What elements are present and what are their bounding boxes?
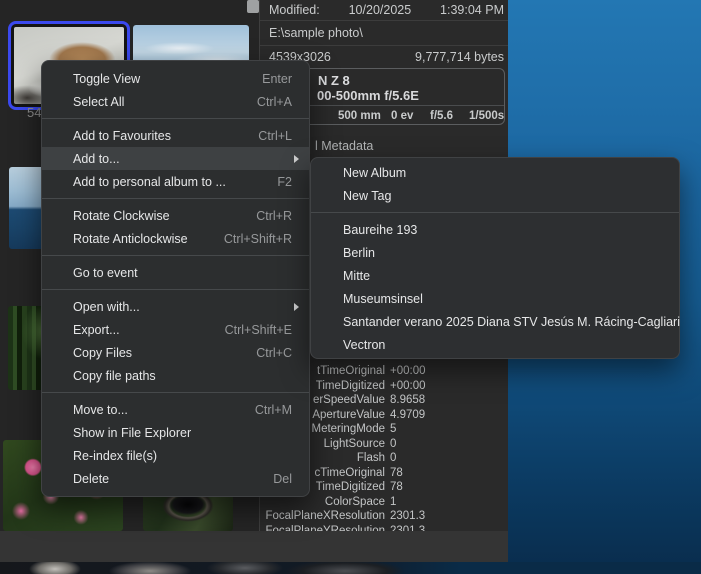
menu-item-label: Re-index file(s): [73, 448, 158, 463]
shutter-speed: 1/500s: [469, 110, 505, 122]
menu-item-shortcut: F2: [277, 174, 292, 189]
menu-item-rotate-anticlockwise[interactable]: Rotate Anticlockwise Ctrl+Shift+R: [42, 227, 309, 250]
menu-item-rotate-clockwise[interactable]: Rotate Clockwise Ctrl+R: [42, 204, 309, 227]
file-size: 9,777,714 bytes: [415, 50, 504, 64]
submenu-arrow-icon: [294, 302, 299, 311]
menu-item-label: Toggle View: [73, 71, 141, 86]
menu-item-open-with[interactable]: Open with...: [42, 295, 309, 318]
menu-item-add-to-favourites[interactable]: Add to Favourites Ctrl+L: [42, 124, 309, 147]
menu-item-delete[interactable]: Delete Del: [42, 467, 309, 490]
menu-item-copy-file-paths[interactable]: Copy file paths: [42, 364, 309, 387]
menu-item-shortcut: Ctrl+R: [256, 208, 292, 223]
menu-separator: [42, 198, 309, 199]
submenu-item-label: New Album: [343, 165, 407, 180]
menu-item-add-to[interactable]: Add to...: [42, 147, 309, 170]
file-path-row: E:\sample photo\: [260, 21, 508, 46]
modified-label: Modified:: [269, 3, 320, 17]
menu-item-move-to[interactable]: Move to... Ctrl+M: [42, 398, 309, 421]
camera-lens: 00-500mm f/5.6E: [317, 88, 419, 103]
submenu-item-museumsinsel[interactable]: Museumsinsel: [311, 287, 679, 310]
menu-item-label: Add to...: [73, 151, 120, 166]
menu-item-export[interactable]: Export... Ctrl+Shift+E: [42, 318, 309, 341]
menu-item-go-to-event[interactable]: Go to event: [42, 261, 309, 284]
submenu-item-label: Santander verano 2025 Diana STV Jesús M.…: [343, 314, 680, 329]
menu-separator: [42, 289, 309, 290]
modified-time: 1:39:04 PM: [440, 3, 504, 17]
exif-value: 1: [390, 495, 397, 508]
submenu-item-baureihe-193[interactable]: Baureihe 193: [311, 218, 679, 241]
menu-item-select-all[interactable]: Select All Ctrl+A: [42, 90, 309, 113]
menu-item-shortcut: Enter: [262, 71, 292, 86]
menu-item-add-to-personal-album[interactable]: Add to personal album to ... F2: [42, 170, 309, 193]
menu-item-label: Show in File Explorer: [73, 425, 192, 440]
menu-item-label: Rotate Clockwise: [73, 208, 170, 223]
context-menu: Toggle View Enter Select All Ctrl+A Add to…: [41, 60, 310, 497]
modified-date: 10/20/2025: [348, 3, 412, 17]
submenu-arrow-icon: [294, 154, 299, 163]
exif-value: 8.9658: [390, 394, 426, 407]
menu-item-label: Move to...: [73, 402, 128, 417]
modified-row: Modified: 10/20/2025 1:39:04 PM: [260, 0, 508, 21]
exif-value: 0: [390, 437, 397, 450]
menu-item-label: Select All: [73, 94, 125, 109]
exif-value: +00:00: [390, 365, 426, 378]
exif-value: 78: [390, 466, 403, 479]
menu-item-toggle-view[interactable]: Toggle View Enter: [42, 67, 309, 90]
submenu-item-label: Mitte: [343, 268, 371, 283]
submenu-item-label: New Tag: [343, 188, 392, 203]
submenu-item-vectron[interactable]: Vectron: [311, 333, 679, 356]
menu-item-label: Open with...: [73, 299, 140, 314]
exif-key: FocalPlaneXResolution: [265, 510, 385, 523]
menu-item-shortcut: Ctrl+A: [256, 94, 292, 109]
window-bottom-bar: [0, 531, 508, 562]
menu-item-shortcut: Ctrl+L: [258, 128, 292, 143]
exif-value: 2301.3: [390, 510, 426, 523]
menu-item-show-in-file-explorer[interactable]: Show in File Explorer: [42, 421, 309, 444]
submenu-item-new-tag[interactable]: New Tag: [311, 184, 679, 207]
menu-separator: [42, 392, 309, 393]
submenu-item-mitte[interactable]: Mitte: [311, 264, 679, 287]
camera-model: N Z 8: [318, 73, 350, 88]
menu-item-label: Add to Favourites: [73, 128, 171, 143]
menu-item-label: Copy file paths: [73, 368, 156, 383]
menu-item-copy-files[interactable]: Copy Files Ctrl+C: [42, 341, 309, 364]
submenu-item-label: Baureihe 193: [343, 222, 418, 237]
menu-separator: [311, 212, 679, 213]
menu-item-reindex-files[interactable]: Re-index file(s): [42, 444, 309, 467]
metadata-section-header: l Metadata: [315, 139, 374, 153]
submenu-item-label: Vectron: [343, 337, 386, 352]
exif-row: FocalPlaneXResolution 2301.3: [259, 509, 505, 524]
submenu-item-santander[interactable]: Santander verano 2025 Diana STV Jesús M.…: [311, 310, 680, 333]
menu-item-shortcut: Ctrl+M: [254, 402, 292, 417]
exif-value: +00:00: [390, 379, 426, 392]
menu-item-label: Delete: [73, 471, 110, 486]
menu-item-shortcut: Ctrl+C: [256, 345, 292, 360]
file-path: E:\sample photo\: [269, 26, 363, 40]
menu-item-shortcut: Ctrl+Shift+R: [223, 231, 292, 246]
menu-item-label: Rotate Anticlockwise: [73, 231, 188, 246]
submenu-item-new-album[interactable]: New Album: [311, 161, 679, 184]
exif-value: 4.9709: [390, 408, 426, 421]
submenu-item-berlin[interactable]: Berlin: [311, 241, 679, 264]
focal-length: 500 mm: [338, 110, 381, 122]
exposure-comp: 0 ev: [391, 110, 414, 122]
menu-item-label: Go to event: [73, 265, 138, 280]
menu-item-shortcut: Del: [273, 471, 292, 486]
exif-value: 0: [390, 452, 397, 465]
exif-value: 5: [390, 423, 397, 436]
add-to-submenu: New Album New Tag Baureihe 193 Berlin Mi…: [310, 157, 680, 359]
menu-item-shortcut: Ctrl+Shift+E: [224, 322, 292, 337]
submenu-item-label: Berlin: [343, 245, 375, 260]
menu-separator: [42, 118, 309, 119]
menu-item-label: Export...: [73, 322, 120, 337]
exif-value: 78: [390, 481, 403, 494]
menu-item-label: Copy Files: [73, 345, 133, 360]
wallpaper-rocks: [0, 562, 460, 574]
menu-item-label: Add to personal album to ...: [73, 174, 226, 189]
exif-key: ColorSpace: [324, 495, 385, 508]
submenu-item-label: Museumsinsel: [343, 291, 423, 306]
aperture: f/5.6: [430, 110, 454, 122]
menu-separator: [42, 255, 309, 256]
scrollbar-thumb[interactable]: [247, 0, 259, 13]
